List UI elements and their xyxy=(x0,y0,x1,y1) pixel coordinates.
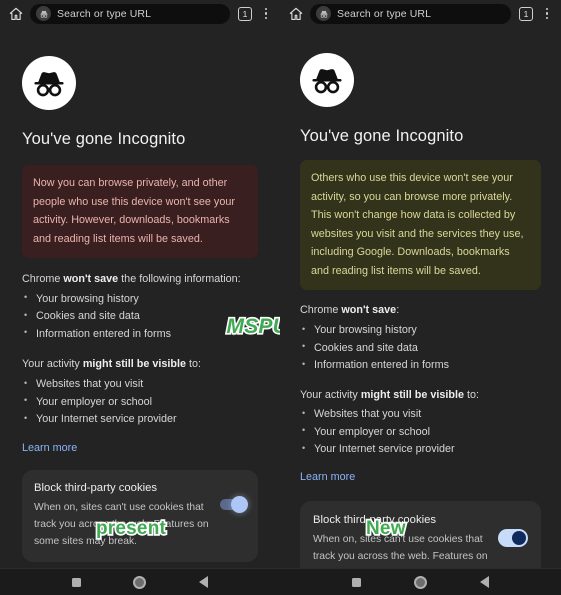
comparison-screenshot: Search or type URL 1 You've gone Incogni… xyxy=(0,0,561,595)
page-title: You've gone Incognito xyxy=(300,127,464,145)
incognito-avatar xyxy=(300,53,354,107)
tab-count-label: 1 xyxy=(523,8,529,19)
list-item: Information entered in forms xyxy=(22,325,258,343)
block-cookies-card: Block third-party cookies When on, sites… xyxy=(300,500,541,568)
overflow-menu-icon[interactable] xyxy=(258,5,274,23)
incognito-new-tab-page: You've gone Incognito Others who use thi… xyxy=(280,27,561,568)
visible-to-heading-bold: might still be visible xyxy=(82,358,187,371)
tab-count-label: 1 xyxy=(242,8,248,19)
square-recents-icon[interactable] xyxy=(352,577,362,587)
list-item: Cookies and site data xyxy=(22,308,258,325)
list-item: Websites that you visit xyxy=(300,406,541,423)
block-cookies-toggle[interactable] xyxy=(498,528,528,547)
incognito-icon xyxy=(36,6,51,21)
list-item: Cookies and site data xyxy=(300,339,541,357)
circle-home-icon[interactable] xyxy=(133,575,147,589)
visible-to-heading-after: to: xyxy=(464,388,480,401)
visible-to-heading-before: Your activity xyxy=(300,388,361,401)
wont-save-heading-before: Chrome xyxy=(22,273,64,286)
menu-dot xyxy=(545,12,549,15)
home-icon[interactable] xyxy=(288,6,304,22)
list-item: Your browsing history xyxy=(300,322,541,339)
android-navigation-bar xyxy=(280,568,561,595)
visible-to-list: Websites that you visit Your employer or… xyxy=(22,376,258,428)
block-cookies-title: Block third-party cookies xyxy=(34,481,158,494)
overflow-menu-icon[interactable] xyxy=(539,5,555,23)
visible-to-heading-bold: might still be visible xyxy=(360,388,465,401)
block-cookies-toggle[interactable] xyxy=(220,495,248,513)
wont-save-heading: Chrome won't save: xyxy=(300,302,541,319)
square-recents-icon[interactable] xyxy=(72,577,82,587)
tab-counter-button[interactable]: 1 xyxy=(519,6,533,21)
toggle-knob xyxy=(231,495,248,513)
wont-save-heading-before: Chrome xyxy=(300,304,342,317)
omnibox-placeholder-text: Search or type URL xyxy=(337,7,432,20)
phone-panel-new: Search or type URL 1 You've gone Incogni… xyxy=(280,0,561,595)
visible-to-heading: Your activity might still be visible to: xyxy=(22,356,258,373)
toggle-knob xyxy=(512,530,526,545)
wont-save-heading-after: the following information: xyxy=(118,273,241,286)
visible-to-section: Your activity might still be visible to:… xyxy=(22,356,258,428)
browser-toolbar: Search or type URL 1 xyxy=(0,0,280,27)
privacy-callout: Others who use this device won't see you… xyxy=(300,160,541,291)
circle-home-icon[interactable] xyxy=(413,575,427,589)
list-item: Information entered in forms xyxy=(300,357,541,374)
visible-to-heading: Your activity might still be visible to: xyxy=(300,387,541,404)
wont-save-heading-bold: won't save xyxy=(341,304,397,317)
block-cookies-text: Block third-party cookies When on, sites… xyxy=(34,481,212,551)
visible-to-heading-before: Your activity xyxy=(22,358,83,371)
page-title: You've gone Incognito xyxy=(22,130,186,148)
wont-save-section: Chrome won't save the following informat… xyxy=(22,271,258,343)
menu-dot xyxy=(545,16,549,20)
triangle-back-icon[interactable] xyxy=(198,576,208,588)
android-navigation-bar xyxy=(0,568,280,595)
block-cookies-title: Block third-party cookies xyxy=(313,513,437,526)
wont-save-heading: Chrome won't save the following informat… xyxy=(22,271,258,288)
menu-dot xyxy=(545,7,549,11)
wont-save-heading-after: : xyxy=(396,304,400,317)
visible-to-section: Your activity might still be visible to:… xyxy=(300,387,541,459)
search-input[interactable]: Search or type URL xyxy=(30,3,230,24)
menu-dot xyxy=(264,16,268,20)
menu-dot xyxy=(264,12,268,15)
visible-to-heading-after: to: xyxy=(186,358,202,371)
list-item: Your Internet service provider xyxy=(300,441,541,458)
omnibox-placeholder-text: Search or type URL xyxy=(57,7,152,20)
browser-toolbar: Search or type URL 1 xyxy=(280,0,561,27)
block-cookies-card: Block third-party cookies When on, sites… xyxy=(22,469,258,563)
list-item: Your employer or school xyxy=(300,423,541,441)
tab-counter-button[interactable]: 1 xyxy=(238,6,252,21)
learn-more-link[interactable]: Learn more xyxy=(300,471,355,483)
wont-save-list: Your browsing history Cookies and site d… xyxy=(300,322,541,374)
list-item: Your Internet service provider xyxy=(22,411,258,428)
menu-dot xyxy=(264,7,268,11)
search-input[interactable]: Search or type URL xyxy=(310,3,511,24)
home-icon[interactable] xyxy=(8,6,24,22)
privacy-callout: Now you can browse privately, and other … xyxy=(22,165,258,259)
phone-panel-present: Search or type URL 1 You've gone Incogni… xyxy=(0,0,280,595)
wont-save-list: Your browsing history Cookies and site d… xyxy=(22,290,258,343)
wont-save-heading-bold: won't save xyxy=(63,273,119,286)
incognito-avatar xyxy=(22,56,76,110)
incognito-new-tab-page: You've gone Incognito Now you can browse… xyxy=(0,27,280,568)
visible-to-list: Websites that you visit Your employer or… xyxy=(300,406,541,458)
block-cookies-description: When on, sites can't use cookies that tr… xyxy=(313,534,488,568)
block-cookies-text: Block third-party cookies When on, sites… xyxy=(313,513,490,568)
block-cookies-description: When on, sites can't use cookies that tr… xyxy=(34,502,209,547)
list-item: Your employer or school xyxy=(22,393,258,411)
list-item: Your browsing history xyxy=(22,290,258,308)
wont-save-section: Chrome won't save: Your browsing history… xyxy=(300,302,541,374)
list-item: Websites that you visit xyxy=(22,376,258,393)
incognito-icon xyxy=(316,6,331,21)
learn-more-link[interactable]: Learn more xyxy=(22,442,77,454)
triangle-back-icon[interactable] xyxy=(479,576,489,588)
